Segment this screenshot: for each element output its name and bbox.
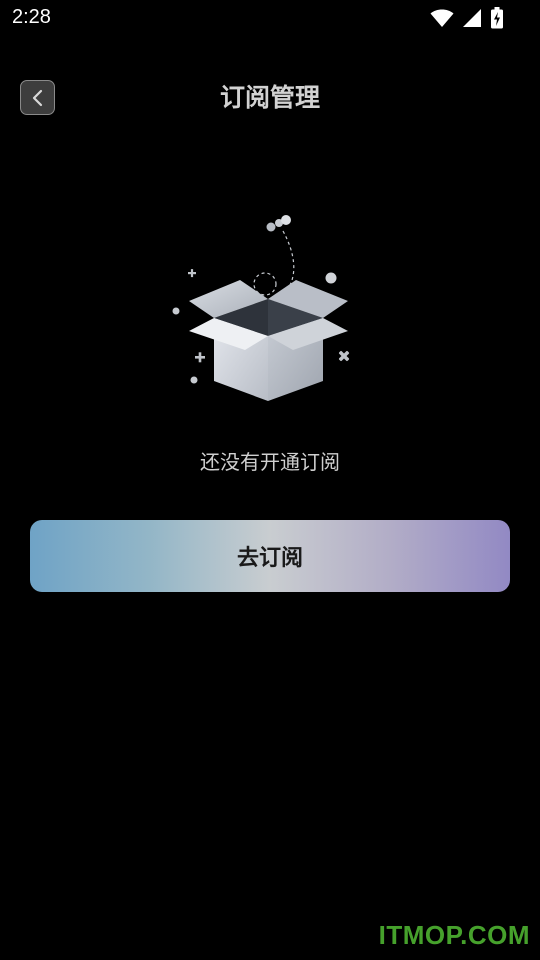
page-title: 订阅管理 [219, 83, 320, 112]
battery-charging-icon [491, 7, 503, 29]
open-box-icon [172, 215, 350, 401]
chevron-left-icon [32, 89, 42, 106]
watermark: ITMOP.COM [378, 920, 530, 950]
back-button[interactable] [20, 80, 55, 115]
status-bar: 2:28 [0, 0, 540, 38]
empty-state-message: 还没有开通订阅 [200, 450, 340, 474]
status-icons [430, 6, 504, 30]
cellular-signal-icon [463, 9, 481, 27]
wifi-icon [430, 9, 454, 27]
status-time: 2:28 [12, 6, 51, 28]
subscribe-button[interactable]: 去订阅 [30, 520, 510, 592]
subscribe-button-label: 去订阅 [236, 546, 303, 571]
